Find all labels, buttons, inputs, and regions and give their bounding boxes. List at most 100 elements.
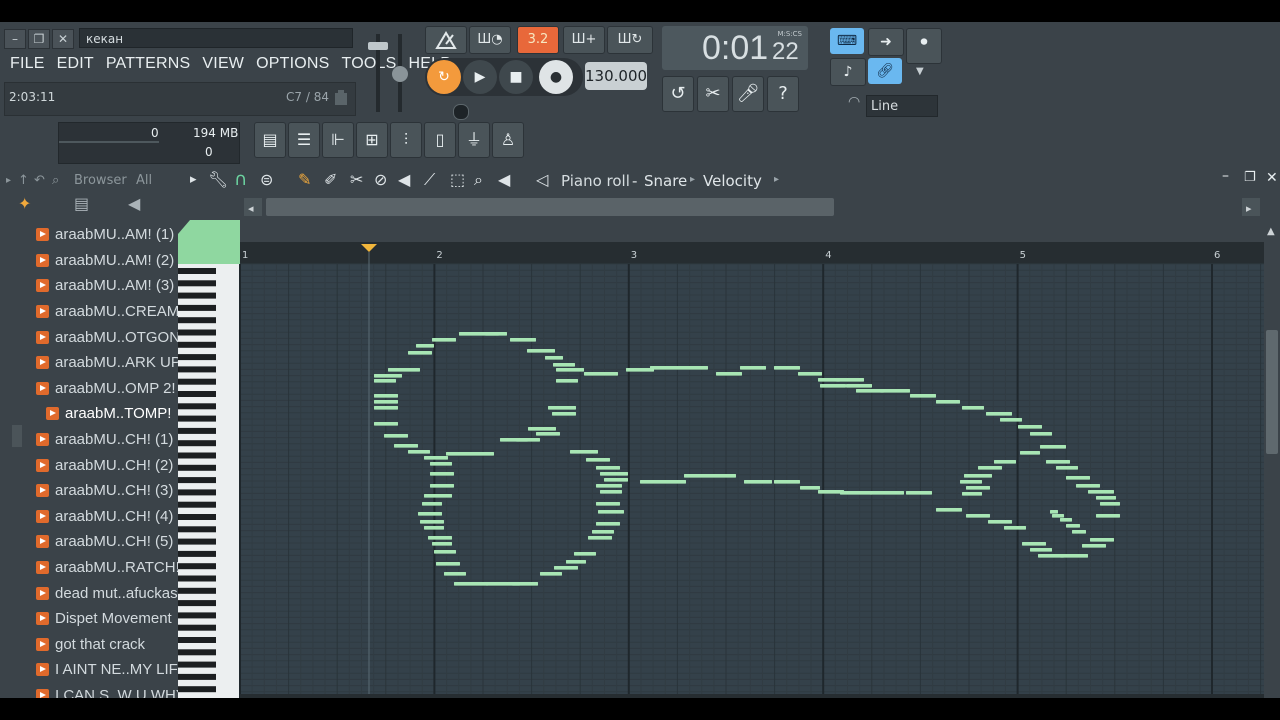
timeline-ruler[interactable]	[240, 242, 1266, 264]
note[interactable]	[744, 480, 772, 484]
note[interactable]	[800, 486, 820, 490]
play-button[interactable]: ▶	[463, 60, 497, 94]
slip-icon[interactable]: ⟋	[424, 170, 435, 190]
note[interactable]	[880, 389, 910, 393]
note[interactable]	[1066, 524, 1080, 528]
black-key[interactable]	[178, 575, 216, 582]
horizontal-scroll-thumb[interactable]	[266, 198, 834, 216]
browser-file-item[interactable]: I CAN S..W U WHY	[36, 683, 186, 698]
pattern-song-toggle[interactable]: 3.2	[517, 26, 559, 54]
restore-button[interactable]: ❐	[28, 29, 50, 49]
note[interactable]	[596, 484, 622, 488]
project-title-field[interactable]: кекан	[79, 28, 353, 48]
pattern-loop-button[interactable]: ↻	[427, 60, 461, 94]
note[interactable]	[566, 560, 586, 564]
mic-button[interactable]: 🎤︎	[732, 76, 764, 112]
browser-file-item[interactable]: got that crack	[36, 632, 170, 658]
note[interactable]	[374, 379, 396, 383]
note[interactable]	[740, 366, 766, 370]
note[interactable]	[430, 472, 454, 476]
note[interactable]	[430, 462, 452, 466]
step-edit-button[interactable]: Ш+	[563, 26, 605, 54]
black-key[interactable]	[178, 489, 216, 496]
note[interactable]	[574, 552, 596, 556]
black-key[interactable]	[178, 501, 216, 508]
note[interactable]	[485, 332, 507, 336]
note[interactable]	[600, 472, 628, 476]
note[interactable]	[1040, 445, 1066, 449]
project-info-button[interactable]: ▯	[424, 122, 456, 158]
black-key[interactable]	[178, 403, 216, 410]
browser-back-icon[interactable]: ↶	[34, 168, 45, 194]
mixer-button[interactable]: ⫶	[390, 122, 422, 158]
note[interactable]	[1100, 502, 1120, 506]
note[interactable]	[552, 412, 576, 416]
black-key[interactable]	[178, 661, 216, 668]
mute-tool-icon[interactable]: ⊘	[374, 170, 387, 189]
snap-mode-select[interactable]: Line	[866, 95, 938, 117]
note[interactable]	[548, 406, 576, 410]
note[interactable]	[870, 491, 904, 495]
snap-dropdown-arrow-icon[interactable]: ▼	[916, 66, 924, 77]
black-key[interactable]	[178, 354, 216, 361]
note[interactable]	[556, 379, 578, 383]
note[interactable]	[1090, 538, 1114, 542]
browser-file-item[interactable]: araabMU..CH! (4)	[36, 504, 173, 530]
note[interactable]	[1060, 554, 1088, 558]
note[interactable]	[553, 363, 575, 367]
note[interactable]	[1072, 530, 1086, 534]
note[interactable]	[408, 351, 432, 355]
scroll-left-icon[interactable]: ◂	[248, 202, 254, 215]
note[interactable]	[936, 508, 962, 512]
tempo-tap-button[interactable]: ⏺	[906, 28, 942, 64]
note[interactable]	[592, 530, 614, 534]
black-key[interactable]	[178, 637, 216, 643]
playback-icon[interactable]: ⊜	[260, 170, 273, 189]
browser-file-item[interactable]: araabMU..CH! (3)	[36, 478, 173, 504]
note[interactable]	[716, 372, 742, 376]
note[interactable]	[394, 444, 418, 448]
black-key[interactable]	[178, 673, 216, 680]
typing-keyboard-button[interactable]: ⌨	[830, 28, 864, 54]
minimize-button[interactable]: –	[4, 29, 26, 49]
browser-file-item[interactable]: araabMU..CH! (5)	[36, 529, 173, 555]
note[interactable]	[1088, 490, 1114, 494]
note[interactable]	[1050, 510, 1058, 514]
note[interactable]	[374, 394, 398, 398]
slice-icon[interactable]: ◀	[398, 170, 410, 189]
pr-minimize-icon[interactable]: –	[1222, 168, 1229, 184]
black-key[interactable]	[178, 415, 216, 422]
note-tool-button[interactable]: ♪	[830, 58, 866, 86]
browser-files-tab-icon[interactable]: ▤	[74, 194, 89, 213]
delete-tool-icon[interactable]: ✂	[350, 170, 363, 189]
note[interactable]	[1030, 548, 1052, 552]
note[interactable]	[545, 356, 563, 360]
piano-roll-editor[interactable]: ◂ ▸ 1 2 3 4 5 6	[178, 194, 1266, 698]
black-key[interactable]	[178, 317, 216, 324]
black-key[interactable]	[178, 624, 216, 631]
browser-collapse-icon[interactable]: ▸	[6, 168, 11, 194]
note[interactable]	[936, 400, 960, 404]
black-key[interactable]	[178, 452, 216, 459]
note[interactable]	[596, 502, 620, 506]
note[interactable]	[424, 526, 444, 530]
black-key[interactable]	[178, 366, 216, 373]
note[interactable]	[1096, 514, 1120, 518]
browser-file-item[interactable]: araabMU..CH! (1)	[36, 427, 173, 453]
note[interactable]	[430, 484, 454, 488]
note[interactable]	[527, 349, 555, 353]
note[interactable]	[596, 466, 620, 470]
note[interactable]	[978, 466, 1002, 470]
note[interactable]	[1022, 542, 1046, 546]
note[interactable]	[428, 536, 452, 540]
note[interactable]	[436, 562, 460, 566]
wait-input-button[interactable]: Ш◔	[469, 26, 511, 54]
note[interactable]	[432, 338, 456, 342]
menu-options[interactable]: OPTIONS	[250, 52, 335, 76]
note[interactable]	[434, 550, 456, 554]
magnet-icon[interactable]: ∩	[234, 169, 247, 190]
menu-patterns[interactable]: PATTERNS	[100, 52, 197, 76]
metronome-button[interactable]	[425, 26, 467, 54]
pr-maximize-icon[interactable]: ❐	[1244, 170, 1256, 185]
tempo-display[interactable]: 130.000	[585, 62, 647, 90]
